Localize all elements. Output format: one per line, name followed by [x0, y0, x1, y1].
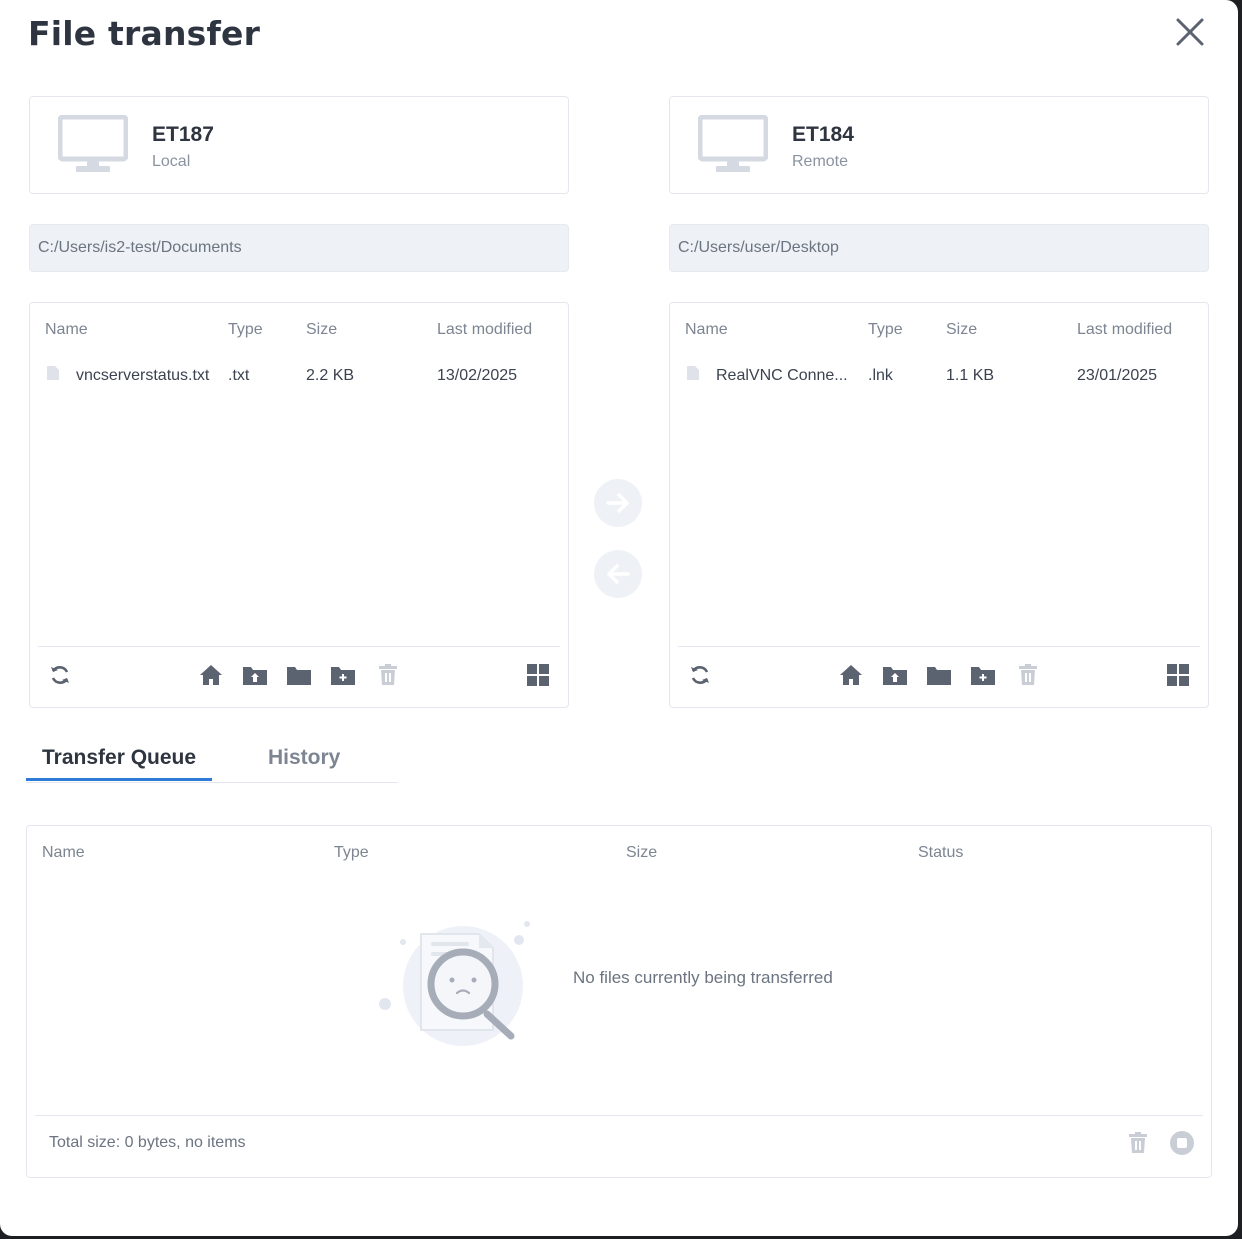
- refresh-button[interactable]: [686, 661, 714, 689]
- queue-column-status[interactable]: Status: [918, 844, 963, 862]
- arrow-left-icon: [607, 564, 630, 584]
- folder-plus-icon: [971, 667, 995, 685]
- file-name: vncserverstatus.txt: [76, 367, 210, 384]
- total-size-summary: Total size: 0 bytes, no items: [49, 1134, 246, 1151]
- active-tab-indicator: [26, 778, 212, 781]
- empty-queue-message: No files currently being transferred: [573, 968, 833, 987]
- folder-plus-icon: [331, 667, 355, 685]
- queue-tabs: Transfer Queue History: [26, 740, 398, 783]
- file-icon: [47, 366, 59, 380]
- delete-button[interactable]: [374, 661, 402, 689]
- grid-view-button[interactable]: [524, 661, 552, 689]
- file-size: 2.2 KB: [306, 367, 355, 384]
- monitor-icon: [58, 115, 128, 172]
- grid-icon: [1167, 664, 1189, 686]
- file-transfer-dialog: File transfer ET187 Local ET184 Remote N…: [0, 0, 1238, 1236]
- stop-transfer-button[interactable]: [1168, 1129, 1196, 1157]
- tab-transfer-queue[interactable]: Transfer Queue: [42, 746, 196, 770]
- folder-up-icon: [243, 667, 267, 685]
- toolbar-divider: [678, 646, 1200, 647]
- open-folder-button[interactable]: [285, 661, 313, 689]
- column-header-size[interactable]: Size: [946, 321, 977, 339]
- remote-path-input[interactable]: [669, 224, 1209, 272]
- column-header-name[interactable]: Name: [45, 321, 88, 339]
- monitor-icon: [698, 115, 768, 172]
- toolbar-divider: [38, 646, 560, 647]
- remote-machine-card: ET184 Remote: [669, 96, 1209, 194]
- file-modified: 13/02/2025: [437, 367, 518, 384]
- local-machine-name: ET187: [152, 123, 214, 146]
- delete-button[interactable]: [1014, 661, 1042, 689]
- file-size: 1.1 KB: [946, 367, 995, 384]
- queue-column-type[interactable]: Type: [334, 844, 369, 862]
- column-header-last-modified[interactable]: Last modified: [437, 321, 532, 339]
- trash-icon: [1129, 1132, 1147, 1153]
- open-folder-button[interactable]: [925, 661, 953, 689]
- new-folder-button[interactable]: [329, 661, 357, 689]
- parent-folder-button[interactable]: [881, 661, 909, 689]
- file-icon: [687, 366, 699, 380]
- transfer-queue-panel: Name Type Size Status No files currently…: [26, 825, 1212, 1178]
- home-icon: [840, 665, 862, 685]
- local-file-browser: Name Type Size Last modified vncserverst…: [29, 302, 569, 708]
- transfer-to-remote-button[interactable]: [594, 479, 642, 527]
- folder-icon: [287, 667, 311, 685]
- home-button[interactable]: [837, 661, 865, 689]
- stop-icon: [1170, 1131, 1194, 1155]
- grid-icon: [527, 664, 549, 686]
- remote-machine-role: Remote: [792, 153, 849, 170]
- close-icon: [1176, 18, 1204, 46]
- column-header-type[interactable]: Type: [228, 321, 263, 339]
- remote-machine-name: ET184: [792, 123, 854, 146]
- clear-queue-button[interactable]: [1124, 1129, 1152, 1157]
- grid-view-button[interactable]: [1164, 661, 1192, 689]
- folder-up-icon: [883, 667, 907, 685]
- dialog-title: File transfer: [28, 14, 261, 53]
- refresh-icon: [691, 666, 709, 684]
- column-header-last-modified[interactable]: Last modified: [1077, 321, 1172, 339]
- new-folder-button[interactable]: [969, 661, 997, 689]
- queue-column-size[interactable]: Size: [626, 844, 657, 862]
- column-header-name[interactable]: Name: [685, 321, 728, 339]
- file-type: .txt: [228, 367, 250, 384]
- transfer-to-local-button[interactable]: [594, 550, 642, 598]
- local-machine-card: ET187 Local: [29, 96, 569, 194]
- file-modified: 23/01/2025: [1077, 367, 1158, 384]
- refresh-icon: [51, 666, 69, 684]
- queue-column-name[interactable]: Name: [42, 844, 85, 862]
- parent-folder-button[interactable]: [241, 661, 269, 689]
- file-row[interactable]: RealVNC Conne... .lnk 1.1 KB 23/01/2025: [670, 361, 1208, 391]
- file-row[interactable]: vncserverstatus.txt .txt 2.2 KB 13/02/20…: [30, 361, 568, 391]
- empty-search-illustration: [379, 921, 530, 1046]
- remote-file-browser: Name Type Size Last modified RealVNC Con…: [669, 302, 1209, 708]
- home-button[interactable]: [197, 661, 225, 689]
- column-header-size[interactable]: Size: [306, 321, 337, 339]
- refresh-button[interactable]: [46, 661, 74, 689]
- arrow-right-icon: [606, 493, 629, 513]
- file-type: .lnk: [868, 367, 893, 384]
- trash-icon: [1019, 664, 1037, 685]
- file-name: RealVNC Conne...: [716, 367, 848, 384]
- local-machine-role: Local: [152, 153, 191, 170]
- trash-icon: [379, 664, 397, 685]
- tab-history[interactable]: History: [268, 746, 340, 770]
- queue-footer-divider: [35, 1115, 1203, 1116]
- folder-icon: [927, 667, 951, 685]
- close-button[interactable]: [1172, 14, 1208, 50]
- column-header-type[interactable]: Type: [868, 321, 903, 339]
- home-icon: [200, 665, 222, 685]
- local-path-input[interactable]: [29, 224, 569, 272]
